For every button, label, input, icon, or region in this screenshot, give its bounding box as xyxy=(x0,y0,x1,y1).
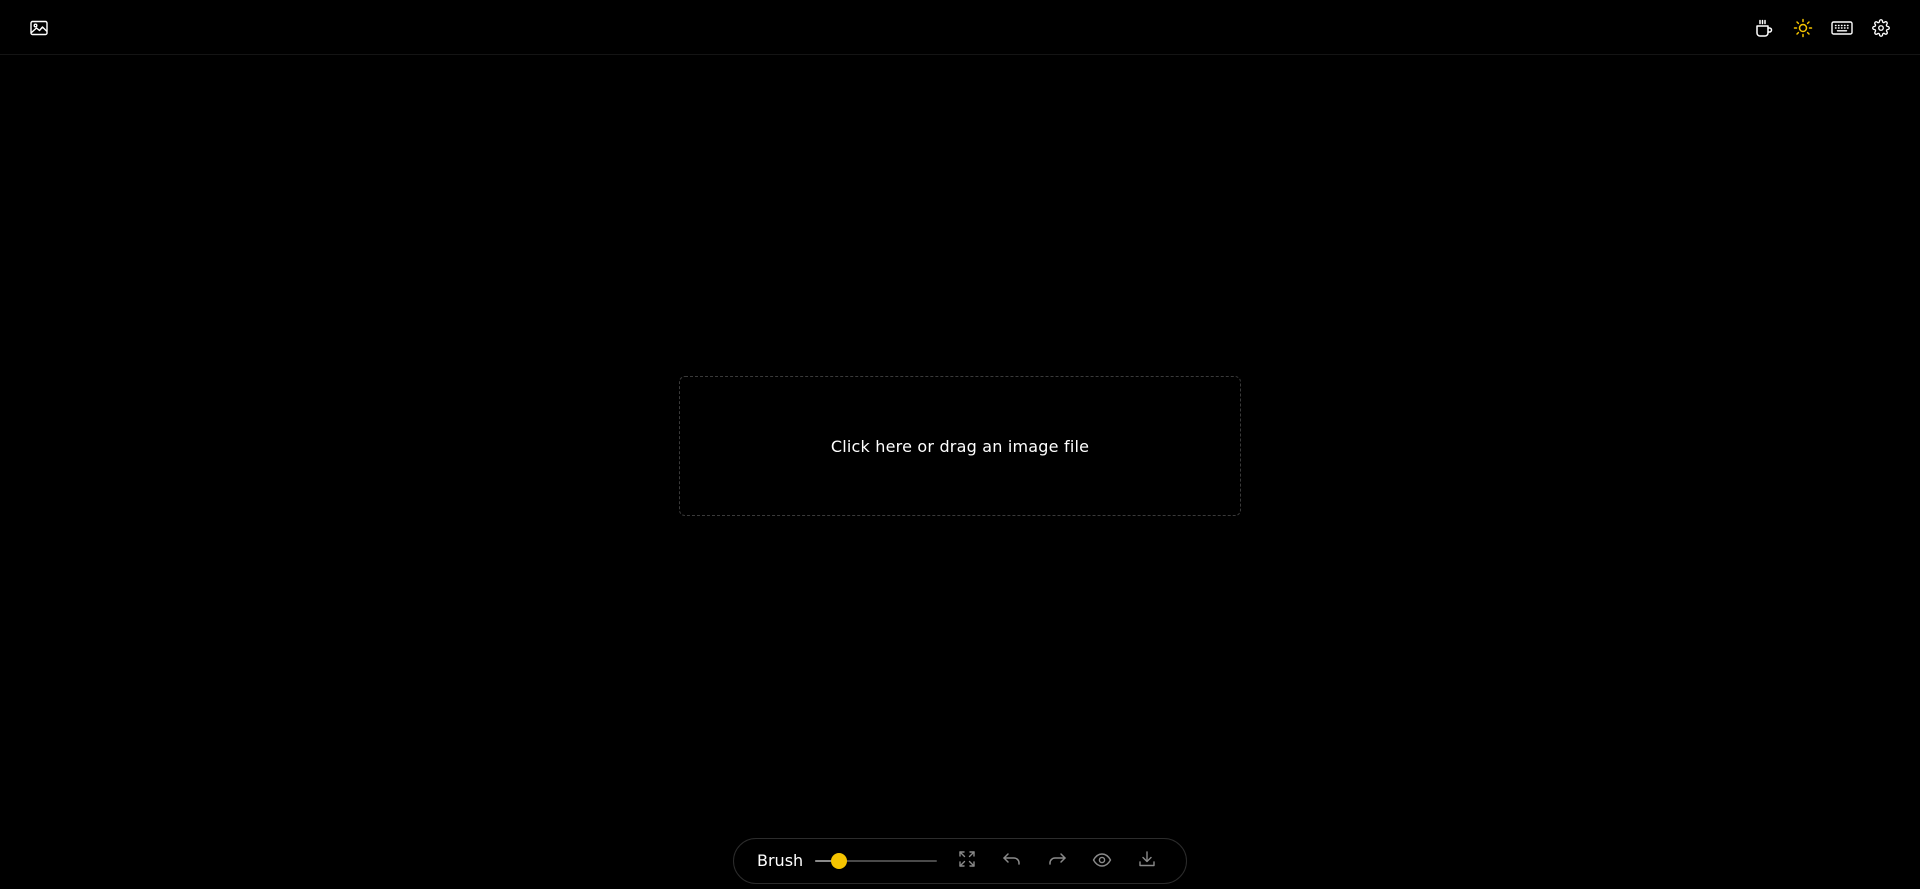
shortcuts-button[interactable] xyxy=(1826,12,1858,44)
download-icon xyxy=(1138,850,1156,872)
keyboard-icon xyxy=(1831,21,1853,35)
download-button[interactable] xyxy=(1133,847,1161,875)
undo-button[interactable] xyxy=(998,847,1026,875)
settings-button[interactable] xyxy=(1865,12,1897,44)
fit-to-screen-button[interactable] xyxy=(953,847,981,875)
slider-thumb[interactable] xyxy=(831,853,847,869)
coffee-button[interactable] xyxy=(1748,12,1780,44)
app-root: Click here or drag an image file Brush xyxy=(0,0,1920,889)
brush-label: Brush xyxy=(757,851,804,870)
header-bar xyxy=(0,0,1920,55)
coffee-icon xyxy=(1754,18,1774,38)
redo-button[interactable] xyxy=(1043,847,1071,875)
undo-icon xyxy=(1002,851,1022,871)
brush-size-slider[interactable] xyxy=(815,851,937,871)
image-icon xyxy=(30,20,48,36)
open-image-button[interactable] xyxy=(23,12,55,44)
redo-icon xyxy=(1047,851,1067,871)
sun-icon xyxy=(1793,18,1813,38)
eye-icon xyxy=(1092,852,1112,871)
theme-toggle-button[interactable] xyxy=(1787,12,1819,44)
preview-original-button[interactable] xyxy=(1088,847,1116,875)
expand-icon xyxy=(958,850,976,872)
bottom-toolbar: Brush xyxy=(733,838,1187,884)
gear-icon xyxy=(1872,19,1890,37)
image-dropzone[interactable]: Click here or drag an image file xyxy=(679,376,1241,516)
dropzone-label: Click here or drag an image file xyxy=(830,436,1090,456)
